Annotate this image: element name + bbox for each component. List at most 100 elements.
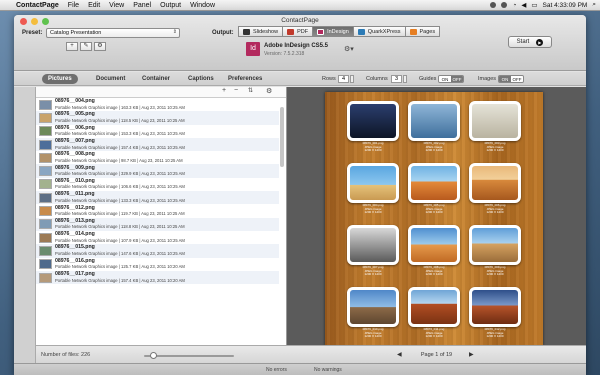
contact-sheet-cell[interactable]: 08976_011.png JPEG image 1200 X 1200: [408, 287, 460, 339]
file-list[interactable]: 08976__004.png Portable Network Graphics …: [36, 98, 279, 338]
contact-sheet-cell[interactable]: 08976_005.png JPEG image 1200 X 1200: [408, 163, 460, 215]
volume-icon[interactable]: ◀: [521, 1, 526, 9]
contact-sheet-cell[interactable]: 08976_012.png JPEG image 1200 X 1200: [469, 287, 521, 339]
contact-sheet-cell[interactable]: 08976_001.png JPEG image 1200 X 1200: [347, 101, 399, 153]
slider-knob[interactable]: [150, 352, 157, 359]
list-item[interactable]: 08976__011.png Portable Network Graphics …: [36, 191, 279, 205]
caption-line3: 1200 X 1200: [486, 334, 504, 339]
battery-icon[interactable]: ▭: [531, 1, 537, 9]
photo-caption: 08976_004.png JPEG image 1200 X 1200: [347, 203, 399, 215]
output-tab-pdf[interactable]: PDF: [282, 26, 314, 37]
menu-panel[interactable]: Panel: [133, 2, 151, 9]
edit-preset-button[interactable]: ✎: [80, 42, 92, 51]
indesign-logo-icon: Id: [246, 42, 260, 56]
status-icon[interactable]: [501, 2, 508, 8]
contact-sheet-cell[interactable]: 08976_010.png JPEG image 1200 X 1200: [347, 287, 399, 339]
menu-app-name[interactable]: ContactPage: [16, 2, 59, 9]
wifi-icon[interactable]: ◔: [512, 2, 516, 9]
rows-input[interactable]: 4: [338, 75, 349, 83]
images-label: Images: [478, 76, 497, 82]
menu-view[interactable]: View: [109, 2, 124, 9]
tab-pictures[interactable]: Pictures: [42, 74, 78, 84]
output-tabs: Slideshow PDF InDesign QuarkXPress Pages: [238, 26, 441, 37]
output-tab-quarkxpress[interactable]: QuarkXPress: [352, 26, 406, 37]
columns-stepper[interactable]: [403, 75, 407, 83]
tab-captions[interactable]: Captions: [182, 74, 220, 84]
list-item[interactable]: 08976__010.png Portable Network Graphics …: [36, 178, 279, 191]
guides-label: Guides: [419, 76, 437, 82]
file-text: 08976__010.png Portable Network Graphics …: [55, 178, 185, 190]
list-item[interactable]: 08976__008.png Portable Network Graphics …: [36, 151, 279, 164]
file-thumbnail: [39, 272, 52, 283]
contact-sheet-cell[interactable]: 08976_004.png JPEG image 1200 X 1200: [347, 163, 399, 215]
list-item[interactable]: 08976__005.png Portable Network Graphics …: [36, 111, 279, 125]
file-list-footer: Number of files: 226: [36, 345, 287, 363]
file-info: Portable Network Graphics image | 147.6 …: [55, 250, 185, 256]
list-item[interactable]: 08976__017.png Portable Network Graphics …: [36, 270, 279, 285]
start-button[interactable]: Start ▶: [508, 36, 552, 48]
menu-file[interactable]: File: [68, 2, 79, 9]
file-thumbnail: [39, 112, 52, 123]
spotlight-icon[interactable]: ⌕: [592, 1, 596, 9]
app-window: ContactPage Preset: Catalog Presentation…: [14, 15, 586, 375]
contact-sheet-cell[interactable]: 08976_008.png JPEG image 1200 X 1200: [408, 225, 460, 277]
contact-sheet-cell[interactable]: 08976_002.png JPEG image 1200 X 1200: [408, 101, 460, 153]
list-item[interactable]: 08976__004.png Portable Network Graphics …: [36, 98, 279, 111]
photo-thumbnail: [347, 163, 399, 203]
thumbnail-size-slider[interactable]: [144, 352, 234, 359]
tab-preferences[interactable]: Preferences: [222, 74, 268, 84]
output-tab-pages[interactable]: Pages: [404, 26, 441, 37]
photo-thumbnail: [408, 163, 460, 203]
tab-document[interactable]: Document: [90, 74, 131, 84]
list-item[interactable]: 08976__015.png Portable Network Graphics …: [36, 244, 279, 258]
photo-thumbnail: [408, 287, 460, 327]
preset-settings-button[interactable]: ⚙: [94, 42, 106, 51]
menu-edit[interactable]: Edit: [88, 2, 100, 9]
list-item[interactable]: 08976__007.png Portable Network Graphics …: [36, 137, 279, 152]
preview-footer: ◀ Page 1 of 19 ▶: [287, 345, 586, 363]
output-tab-slideshow[interactable]: Slideshow: [238, 26, 284, 37]
photo-thumbnail: [469, 225, 521, 265]
contact-sheet-cell[interactable]: 08976_006.png JPEG image 1200 X 1200: [469, 163, 521, 215]
contact-sheet-cell[interactable]: 08976_003.png JPEG image 1200 X 1200: [469, 101, 521, 153]
gear-icon: ⚙: [97, 43, 103, 49]
file-info: Portable Network Graphics image | 163.3 …: [55, 104, 185, 110]
guides-toggle[interactable]: ON OFF: [438, 75, 464, 83]
status-bar: No errors No warnings: [14, 363, 586, 375]
list-item[interactable]: 08976__014.png Portable Network Graphics …: [36, 231, 279, 244]
list-item[interactable]: 08976__006.png Portable Network Graphics …: [36, 125, 279, 138]
menu-output[interactable]: Output: [160, 2, 181, 9]
list-item[interactable]: 08976__013.png Portable Network Graphics …: [36, 217, 279, 231]
photo-thumbnail: [469, 163, 521, 203]
caption-line3: 1200 X 1200: [364, 272, 382, 277]
file-list-toolbar: + − ⇅ ⚙: [36, 87, 286, 98]
file-thumbnail: [39, 192, 52, 203]
menu-bar: ContactPage File Edit View Panel Output …: [0, 0, 600, 11]
list-item[interactable]: 08976__012.png Portable Network Graphics …: [36, 204, 279, 217]
file-list-scrollbar[interactable]: [280, 107, 284, 167]
list-item[interactable]: 08976__009.png Portable Network Graphics …: [36, 164, 279, 178]
add-preset-button[interactable]: +: [66, 42, 78, 51]
output-tab-indesign[interactable]: InDesign: [312, 26, 354, 37]
status-icon[interactable]: [490, 2, 497, 8]
contact-sheet-cell[interactable]: 08976_009.png JPEG image 1200 X 1200: [469, 225, 521, 277]
menu-window[interactable]: Window: [190, 2, 215, 9]
images-toggle[interactable]: ON OFF: [498, 75, 524, 83]
columns-input[interactable]: 3: [391, 75, 402, 83]
photo-caption: 08976_008.png JPEG image 1200 X 1200: [408, 265, 460, 277]
next-page-button[interactable]: ▶: [469, 351, 474, 358]
output-settings-gear-icon[interactable]: ⚙▾: [344, 45, 354, 53]
tab-container[interactable]: Container: [136, 74, 176, 84]
output-label: Output:: [212, 30, 234, 36]
images-on: ON: [499, 76, 511, 82]
add-file-button[interactable]: +: [222, 87, 226, 94]
target-app-name: Adobe InDesign CS5.5: [264, 43, 329, 49]
contact-sheet-cell[interactable]: 08976_007.png JPEG image 1200 X 1200: [347, 225, 399, 277]
remove-file-button[interactable]: −: [234, 87, 238, 94]
preset-select[interactable]: Catalog Presentation ⇕: [46, 28, 180, 38]
menu-clock[interactable]: Sat 4:33:09 PM: [543, 2, 588, 9]
list-item[interactable]: 08976__016.png Portable Network Graphics …: [36, 258, 279, 271]
rows-stepper[interactable]: [350, 75, 354, 83]
gear-icon[interactable]: ⚙: [266, 87, 272, 95]
sort-icon[interactable]: ⇅: [248, 87, 253, 94]
